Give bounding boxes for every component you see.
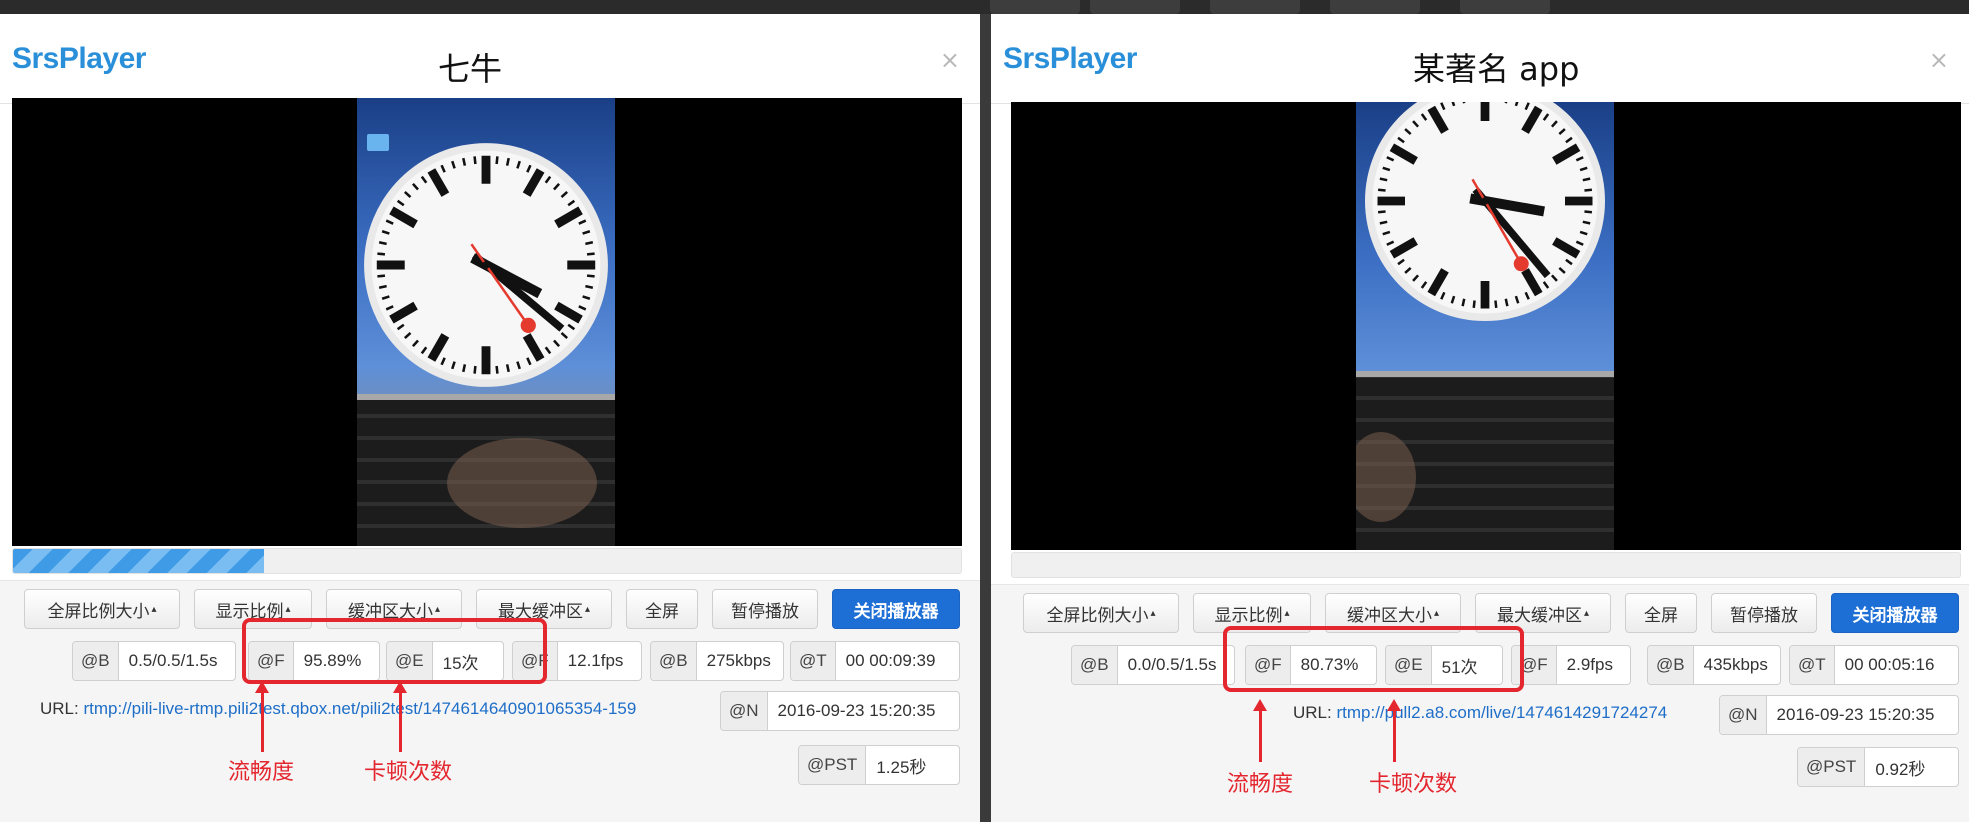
fullscreen-button[interactable]: 全屏 [626,589,698,629]
annotation-arrow [393,681,407,752]
annotation-arrow [1253,699,1267,762]
url-label: URL: [40,699,79,718]
stat-pst: @PST 0.92秒 [1797,747,1959,787]
stat-buffer: @B 0.0/0.5/1.5s [1071,645,1235,685]
stat-time: @T 00 00:09:39 [790,641,960,681]
annotation-stalls: 卡顿次数 [1369,772,1458,797]
caret-up-icon: ▴ [584,603,591,615]
player-panel-app: SrsPlayer 某著名 app × 全屏比例大小 ▴ 显示比例 ▴ 缓冲区大小 ▴… [991,14,1969,822]
url-row: URL: rtmp://pull2.a8.com/live/1474614291… [1293,703,1667,723]
video-area[interactable] [1011,102,1961,550]
caret-up-icon: ▴ [1583,607,1590,619]
caret-up-icon: ▴ [1150,607,1156,619]
srsplayer-logo: SrsPlayer [1003,42,1137,75]
stat-date: @N 2016-09-23 15:20:35 [720,691,960,731]
pause-button[interactable]: 暂停播放 [1711,593,1817,633]
url-row: URL: rtmp://pili-live-rtmp.pili2test.qbo… [40,699,636,719]
stat-time: @T 00 00:05:16 [1789,645,1959,685]
control-area: 全屏比例大小 ▴ 显示比例 ▴ 缓冲区大小 ▴ 最大缓冲区 ▴ 全屏 暂停播放 关闭播放… [0,580,980,822]
close-icon[interactable]: × [1929,46,1949,74]
video-frame [1356,102,1614,550]
caret-up-icon: ▴ [434,603,441,615]
close-icon[interactable]: × [940,46,960,74]
hand-image [447,438,597,528]
stat-fps: @F 2.9fps [1511,645,1631,685]
panel-header: SrsPlayer 七牛 × [0,14,980,104]
highlight-box [242,618,547,684]
stat-date: @N 2016-09-23 15:20:35 [1719,695,1959,735]
annotation-arrow [255,681,269,752]
background-tab [1210,0,1300,14]
clock-icon [1365,102,1605,321]
video-area[interactable] [12,98,962,546]
annotation-fluency: 流畅度 [228,760,295,785]
background-tab [1460,0,1550,14]
close-player-button[interactable]: 关闭播放器 [1831,593,1959,633]
annotation-stalls: 卡顿次数 [364,760,453,785]
stat-bitrate: @B 275kbps [650,641,784,681]
close-player-button[interactable]: 关闭播放器 [832,589,960,629]
player-panel-qiniu: SrsPlayer 七牛 × 全屏比例大小 ▴ 显示比例 ▴ 缓冲区大小 ▴ 最大缓冲… [0,14,980,822]
buffer-progress-bar [1011,552,1961,578]
background-tab [1330,0,1420,14]
stat-pst: @PST 1.25秒 [798,745,960,785]
video-frame [357,98,615,546]
fullscreen-ratio-button[interactable]: 全屏比例大小 ▴ [24,589,180,629]
panel-caption: 七牛 [438,50,503,88]
fullscreen-ratio-button[interactable]: 全屏比例大小 ▴ [1023,593,1179,633]
caret-up-icon: ▴ [1433,607,1440,619]
background-tab [990,0,1080,14]
panel-caption: 某著名 app [1413,50,1580,88]
pause-button[interactable]: 暂停播放 [712,589,818,629]
stat-bitrate: @B 435kbps [1647,645,1781,685]
url-label: URL: [1293,703,1332,722]
annotation-fluency: 流畅度 [1227,772,1294,797]
background-tab [1090,0,1180,14]
background-tab-strip [0,0,1969,14]
fullscreen-button[interactable]: 全屏 [1625,593,1697,633]
control-area: 全屏比例大小 ▴ 显示比例 ▴ 缓冲区大小 ▴ 最大缓冲区 ▴ 全屏 暂停播放 关闭播放… [991,584,1969,822]
stream-url-link[interactable]: rtmp://pili-live-rtmp.pili2test.qbox.net… [83,699,636,718]
highlight-box [1223,626,1524,692]
stat-buffer: @B 0.5/0.5/1.5s [72,641,236,681]
annotation-arrow [1387,699,1401,762]
caret-up-icon: ▴ [1284,607,1290,619]
buffer-progress-bar [12,548,962,574]
panel-header: SrsPlayer 某著名 app × [991,14,1969,104]
srsplayer-logo: SrsPlayer [12,42,146,75]
clock-icon [364,143,608,387]
caret-up-icon: ▴ [285,603,291,615]
caret-up-icon: ▴ [151,603,157,615]
buffer-progress-fill [13,549,265,573]
